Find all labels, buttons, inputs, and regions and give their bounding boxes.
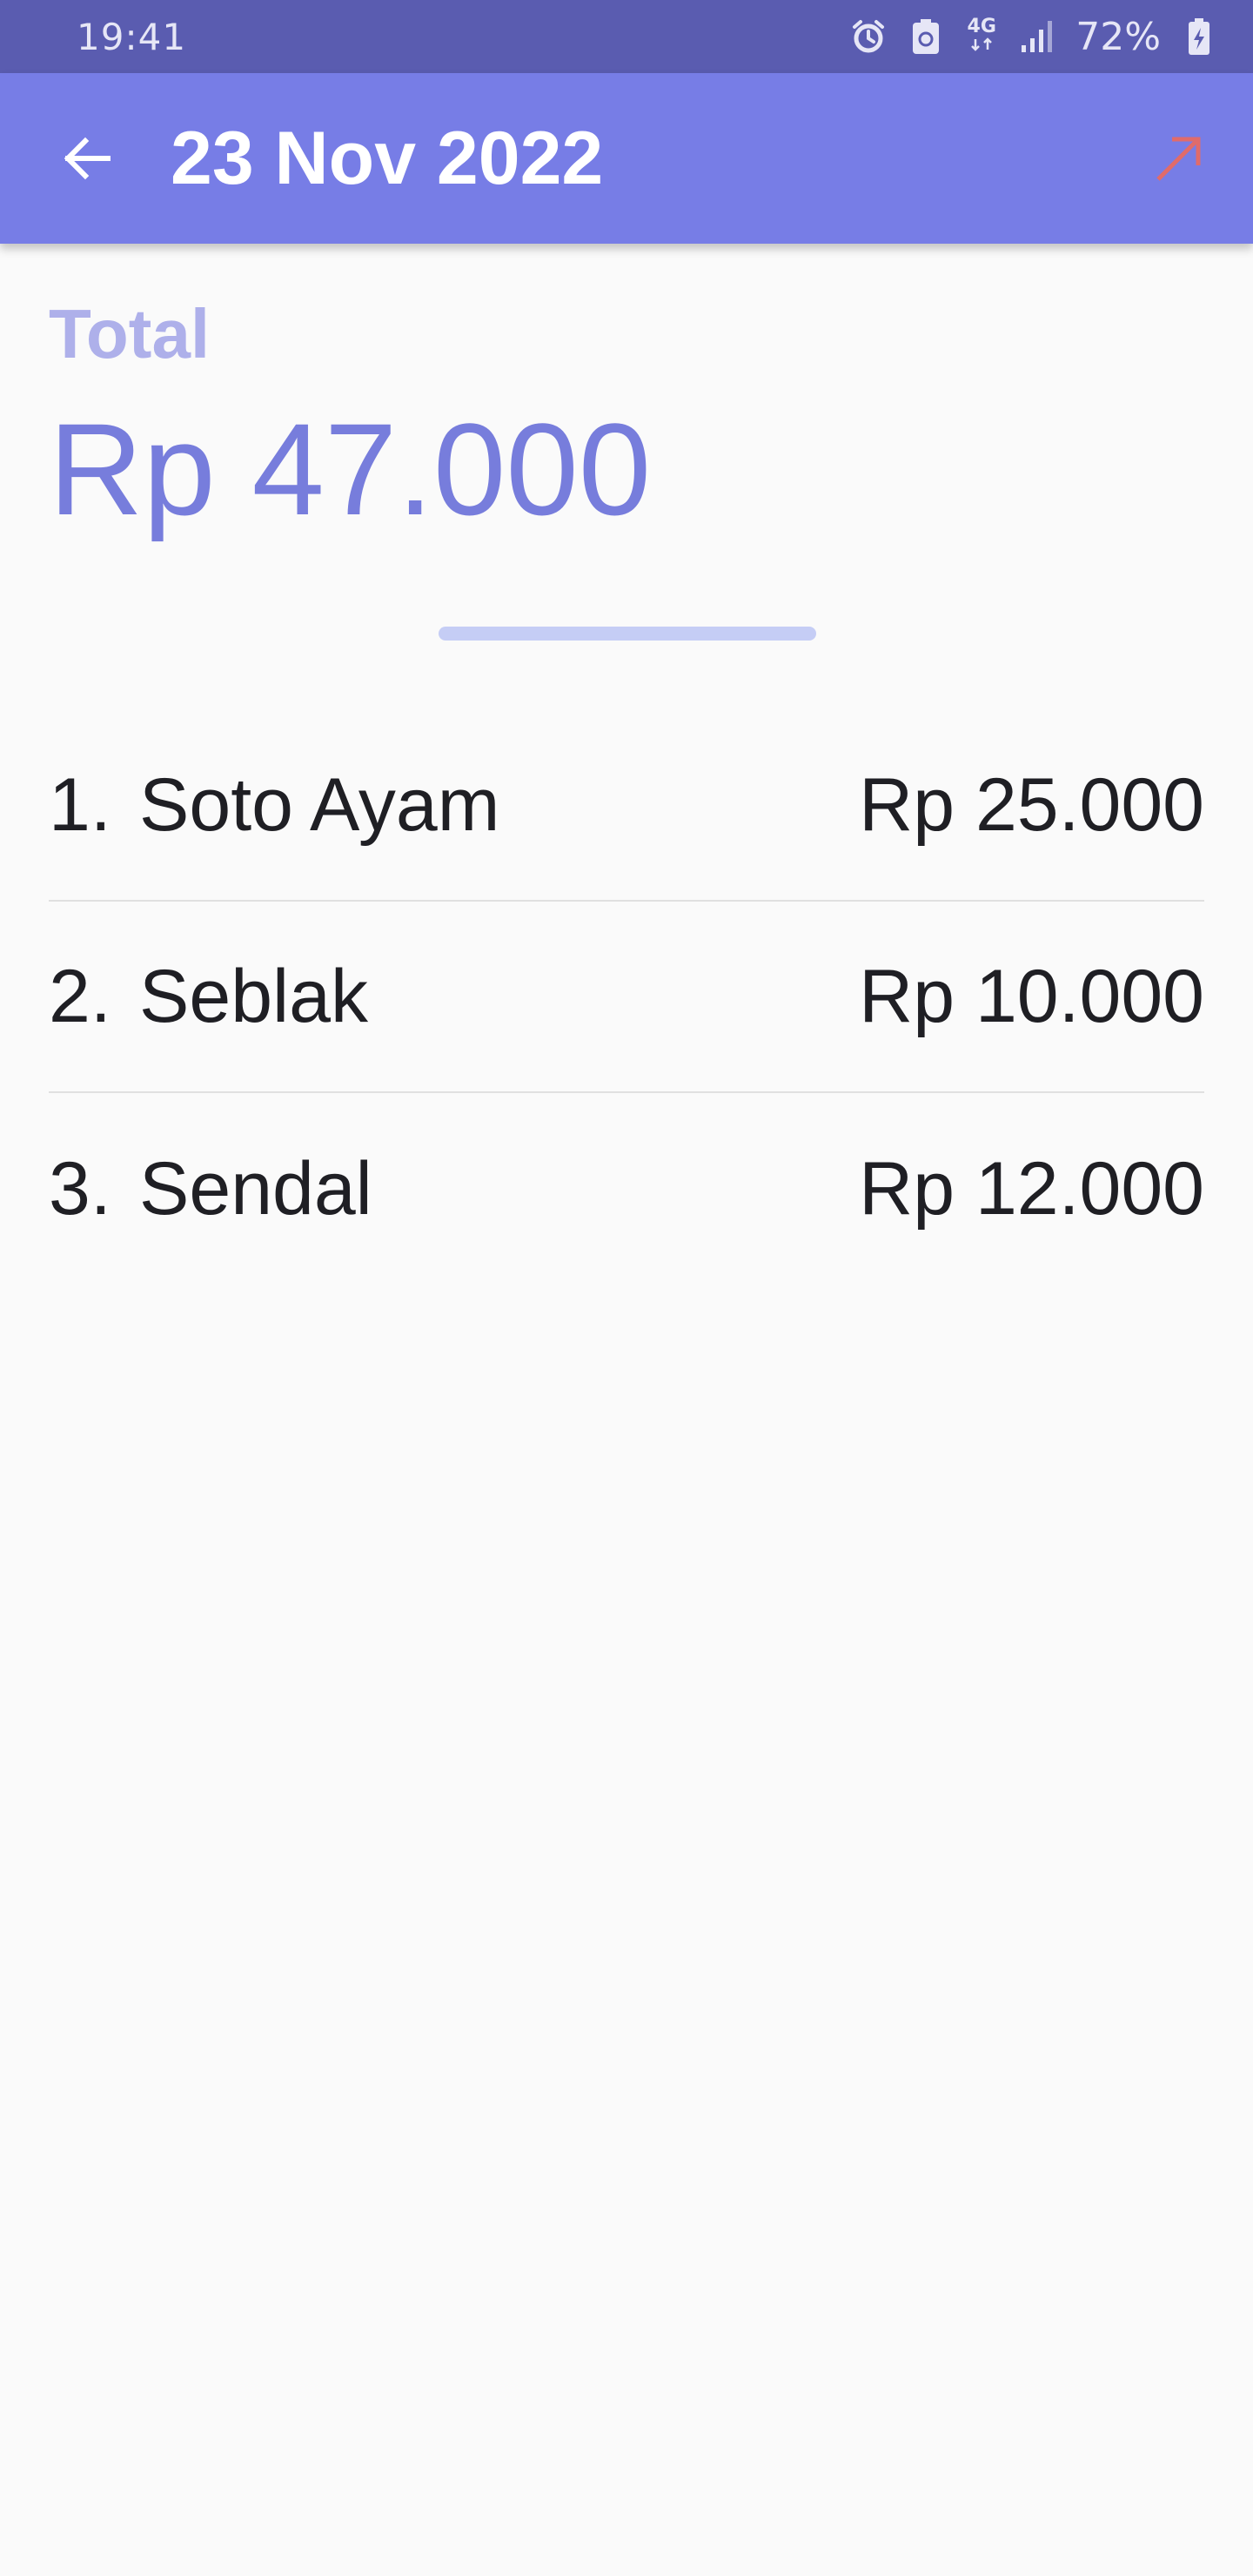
network-type-label: 4G	[967, 16, 996, 37]
item-price: Rp 25.000	[859, 762, 1204, 847]
status-bar: 19:41 4G 72%	[0, 0, 1253, 73]
item-price: Rp 10.000	[859, 954, 1204, 1038]
item-name: Seblak	[139, 954, 368, 1038]
back-button[interactable]	[52, 124, 122, 193]
list-item[interactable]: 3. Sendal Rp 12.000	[49, 1093, 1204, 1285]
arrow-up-right-icon	[1156, 137, 1201, 181]
list-item[interactable]: 2. Seblak Rp 10.000	[49, 902, 1204, 1093]
item-name: Sendal	[139, 1146, 372, 1231]
total-label: Total	[49, 295, 211, 372]
status-icons: 4G 72%	[849, 15, 1218, 59]
signal-icon	[1018, 17, 1056, 56]
page-title: 23 Nov 2022	[171, 116, 604, 200]
app-bar: 23 Nov 2022	[0, 73, 1253, 244]
item-number: 2.	[49, 954, 111, 1038]
total-amount: Rp 47.000	[49, 396, 652, 542]
transaction-detail: Total Rp 47.000 1. Soto Ayam Rp 25.000 2…	[49, 244, 1204, 1231]
status-time: 19:41	[77, 15, 187, 58]
section-divider	[439, 627, 816, 641]
item-name: Soto Ayam	[139, 762, 500, 847]
export-button[interactable]	[1140, 119, 1218, 198]
network-4g-icon: 4G	[964, 17, 999, 56]
list-item[interactable]: 1. Soto Ayam Rp 25.000	[49, 710, 1204, 902]
item-number: 3.	[49, 1146, 111, 1231]
battery-charging-icon	[1180, 17, 1218, 56]
recycle-battery-icon	[907, 17, 945, 56]
item-price: Rp 12.000	[859, 1146, 1204, 1231]
arrow-left-icon	[64, 137, 111, 180]
alarm-icon	[849, 17, 888, 56]
item-list: 1. Soto Ayam Rp 25.000 2. Seblak Rp 10.0…	[49, 710, 1204, 1285]
battery-percentage: 72%	[1075, 14, 1161, 59]
item-number: 1.	[49, 762, 111, 847]
